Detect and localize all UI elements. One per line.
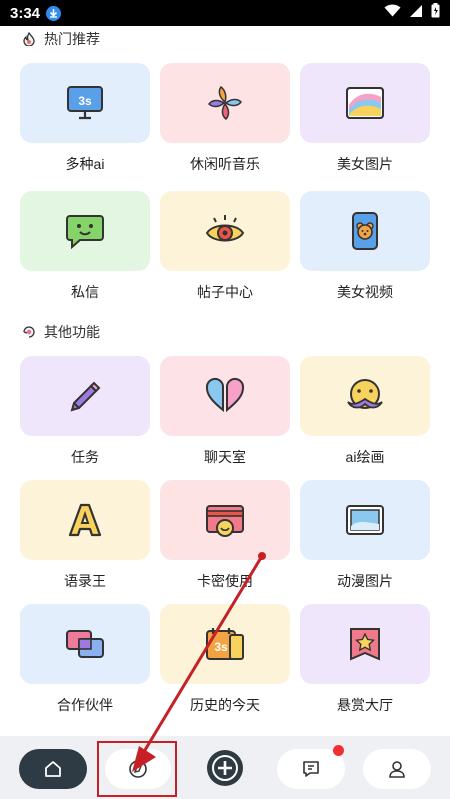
hot-grid: 3s 多种ai 休闲听音乐 美女图片 私信 帖子中心 美女视频 <box>20 63 430 301</box>
tile-label: 美女图片 <box>337 156 393 172</box>
tile-label: ai绘画 <box>345 449 385 465</box>
nav-profile-button[interactable] <box>363 749 431 789</box>
tile-multi-ai[interactable]: 3s 多种ai <box>20 63 150 173</box>
monitor-3s-icon: 3s <box>67 86 103 120</box>
tile-icon-box <box>20 191 150 271</box>
tile-label: 多种ai <box>65 156 105 172</box>
wifi-icon <box>384 4 401 22</box>
signal-icon <box>409 4 423 23</box>
tile-icon-box <box>20 480 150 560</box>
flame-icon <box>23 32 35 46</box>
mustache-face-icon <box>347 379 383 409</box>
landscape-picture-icon <box>346 505 384 535</box>
tile-quotes-king[interactable]: 语录王 <box>20 480 150 590</box>
battery-icon <box>431 3 440 23</box>
home-icon <box>45 761 61 777</box>
bottom-nav <box>0 736 450 799</box>
unread-badge <box>333 745 344 756</box>
highlight-box <box>97 741 177 797</box>
tile-tasks[interactable]: 任务 <box>20 356 150 466</box>
status-time: 3:34 <box>10 4 41 22</box>
tile-label: 悬赏大厅 <box>337 697 393 713</box>
nav-home-button[interactable] <box>19 749 87 789</box>
overlapping-cards-icon <box>66 630 104 658</box>
tile-icon-box <box>160 63 290 143</box>
tile-label: 休闲听音乐 <box>190 156 260 172</box>
svg-text:3s: 3s <box>78 94 92 108</box>
status-bar: 3:34 <box>0 0 450 26</box>
tile-icon-box <box>20 604 150 684</box>
tile-icon-box <box>20 356 150 436</box>
rainbow-picture-icon <box>346 87 384 119</box>
tile-anime-pictures[interactable]: 动漫图片 <box>300 480 430 590</box>
tile-icon-box: 3s <box>160 604 290 684</box>
star-banner-icon <box>350 628 380 661</box>
tile-icon-box <box>160 480 290 560</box>
tile-card-use[interactable]: 卡密使用 <box>160 480 290 590</box>
tile-posts-center[interactable]: 帖子中心 <box>160 191 290 301</box>
tile-girl-pictures[interactable]: 美女图片 <box>300 63 430 173</box>
letter-a-icon <box>68 503 102 537</box>
other-grid: 任务 聊天室 ai绘画 语录王 卡密使用 动漫图片 合作伙伴 3s 历史的今天 … <box>20 356 430 714</box>
tile-ai-painting[interactable]: ai绘画 <box>300 356 430 466</box>
section-title: 其他功能 <box>44 324 100 340</box>
tile-music[interactable]: 休闲听音乐 <box>160 63 290 173</box>
svg-text:3s: 3s <box>214 640 228 654</box>
section-header-other: 其他功能 <box>22 322 100 342</box>
tile-label: 历史的今天 <box>190 697 260 713</box>
tile-icon-box <box>160 191 290 271</box>
download-icon <box>46 5 62 21</box>
tile-label: 美女视频 <box>337 284 393 300</box>
tile-label: 帖子中心 <box>197 284 253 300</box>
tile-private-message[interactable]: 私信 <box>20 191 150 301</box>
tile-icon-box: 3s <box>20 63 150 143</box>
tile-chatroom[interactable]: 聊天室 <box>160 356 290 466</box>
nav-messages-button[interactable] <box>277 745 345 789</box>
phone-bear-icon <box>352 212 378 250</box>
other-functions-icon <box>23 326 35 338</box>
tile-girl-videos[interactable]: 美女视频 <box>300 191 430 301</box>
pencil-icon <box>70 381 101 412</box>
tile-icon-box <box>300 604 430 684</box>
section-header-hot: 热门推荐 <box>22 29 100 49</box>
tile-label: 合作伙伴 <box>57 697 113 713</box>
user-icon <box>389 761 405 778</box>
eye-icon <box>205 215 245 242</box>
tile-history-today[interactable]: 3s 历史的今天 <box>160 604 290 714</box>
pinwheel-icon <box>208 85 242 120</box>
section-title: 热门推荐 <box>44 31 100 47</box>
calendar-3s-icon: 3s <box>206 628 244 660</box>
tile-label: 卡密使用 <box>197 573 253 589</box>
tile-icon-box <box>300 356 430 436</box>
message-icon <box>303 761 319 777</box>
tile-bounty-hall[interactable]: 悬赏大厅 <box>300 604 430 714</box>
tile-label: 语录王 <box>64 573 106 589</box>
card-smile-icon <box>206 505 244 537</box>
split-heart-icon <box>205 377 245 413</box>
tile-label: 任务 <box>71 449 99 465</box>
chat-bubble-face-icon <box>66 215 104 250</box>
tile-icon-box <box>300 63 430 143</box>
tile-partners[interactable]: 合作伙伴 <box>20 604 150 714</box>
tile-label: 动漫图片 <box>337 573 393 589</box>
tile-icon-box <box>300 480 430 560</box>
nav-add-button[interactable] <box>203 746 247 790</box>
tile-icon-box <box>300 191 430 271</box>
tile-label: 私信 <box>71 284 99 300</box>
plus-circle-icon <box>207 750 243 786</box>
tile-icon-box <box>160 356 290 436</box>
tile-label: 聊天室 <box>204 449 246 465</box>
